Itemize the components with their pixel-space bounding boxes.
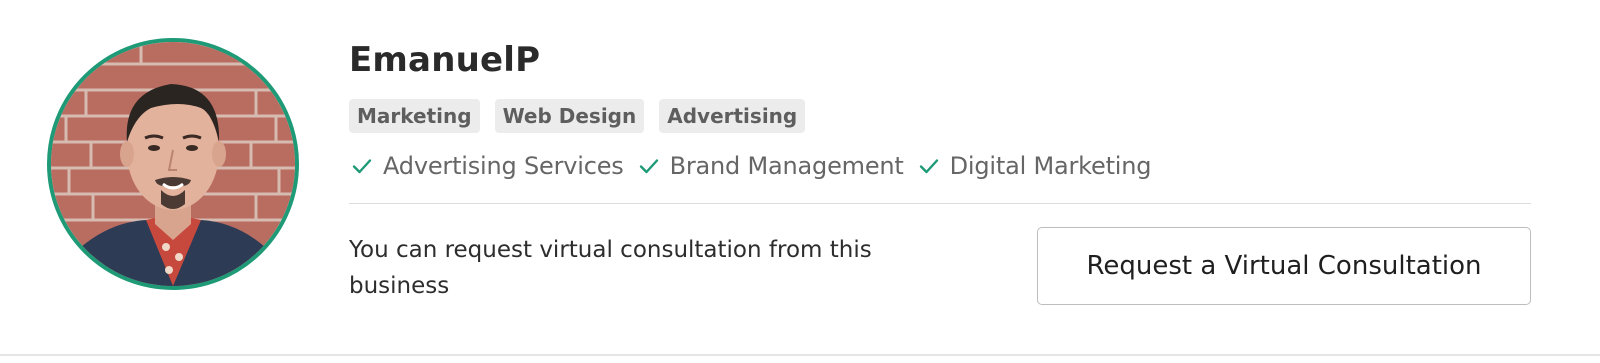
avatar[interactable]: [47, 38, 299, 290]
tag-marketing: Marketing: [349, 99, 480, 133]
services-list: Advertising Services Brand Management Di…: [351, 149, 1165, 183]
business-name[interactable]: EmanuelP: [349, 38, 540, 82]
request-consultation-button[interactable]: Request a Virtual Consultation: [1037, 227, 1531, 305]
tag-advertising: Advertising: [659, 99, 806, 133]
service-item: Digital Marketing: [918, 152, 1152, 180]
profile-photo: [51, 42, 295, 286]
check-icon: [352, 159, 372, 174]
category-tags: Marketing Web Design Advertising: [349, 99, 806, 133]
tag-web-design: Web Design: [494, 99, 645, 133]
business-profile-card: EmanuelP Marketing Web Design Advertisin…: [0, 0, 1600, 356]
service-item: Advertising Services: [351, 152, 624, 180]
check-icon: [639, 159, 658, 174]
service-item: Brand Management: [638, 152, 904, 180]
service-label: Advertising Services: [383, 152, 624, 180]
consultation-info-text: You can request virtual consultation fro…: [349, 237, 872, 299]
service-label: Digital Marketing: [949, 152, 1152, 180]
divider: [349, 203, 1531, 204]
check-icon: [919, 159, 938, 174]
service-label: Brand Management: [669, 152, 904, 180]
